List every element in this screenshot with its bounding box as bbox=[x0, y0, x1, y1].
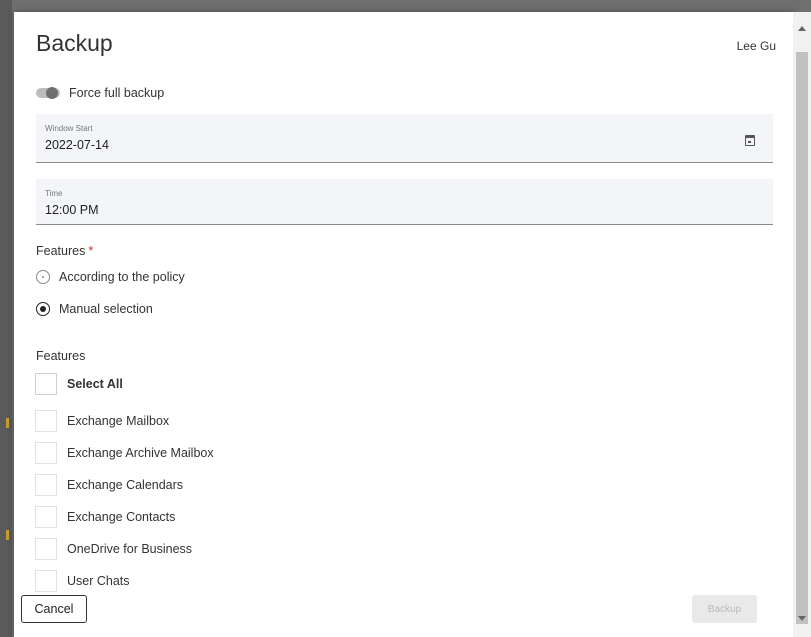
radio-button[interactable] bbox=[36, 270, 50, 284]
toggle-track[interactable] bbox=[36, 87, 60, 99]
toggle-thumb[interactable] bbox=[46, 87, 58, 99]
background-app-edge bbox=[0, 0, 12, 637]
feature-checkbox[interactable] bbox=[35, 538, 57, 560]
feature-label: User Chats bbox=[67, 574, 130, 588]
radio-label: Manual selection bbox=[59, 302, 153, 316]
feature-label: Exchange Mailbox bbox=[67, 414, 170, 428]
feature-checkbox[interactable] bbox=[35, 506, 57, 528]
cancel-button[interactable]: Cancel bbox=[21, 595, 87, 623]
feature-label: Exchange Contacts bbox=[67, 510, 176, 524]
feature-checkbox[interactable] bbox=[35, 474, 57, 496]
window-start-field[interactable]: Window Start 2022-07-14 bbox=[36, 114, 773, 163]
required-marker: * bbox=[88, 244, 94, 258]
feature-checkbox[interactable] bbox=[35, 570, 57, 592]
backup-dialog: Backup Lee Gu Force full backup Window S… bbox=[14, 12, 793, 637]
feature-label: OneDrive for Business bbox=[67, 542, 193, 556]
time-label: Time bbox=[45, 189, 63, 198]
feature-checkbox[interactable] bbox=[35, 442, 57, 464]
background-marker bbox=[6, 530, 9, 540]
select-all-checkbox-row[interactable]: Select All bbox=[35, 373, 123, 395]
force-full-backup-label: Force full backup bbox=[69, 86, 165, 100]
dialog-title: Backup bbox=[36, 30, 113, 56]
calendar-icon[interactable] bbox=[745, 135, 755, 146]
select-all-label: Select All bbox=[67, 377, 123, 391]
radio-button[interactable] bbox=[36, 302, 50, 316]
radio-manual-selection[interactable]: Manual selection bbox=[36, 302, 153, 316]
window-start-value[interactable]: 2022-07-14 bbox=[45, 138, 109, 152]
force-full-backup-toggle[interactable]: Force full backup bbox=[36, 86, 164, 100]
scroll-up-arrow-icon[interactable] bbox=[798, 26, 806, 31]
feature-checkbox[interactable] bbox=[35, 410, 57, 432]
feature-label: Exchange Archive Mailbox bbox=[67, 446, 214, 460]
select-all-checkbox[interactable] bbox=[35, 373, 57, 395]
feature-item-exchange-mailbox[interactable]: Exchange Mailbox bbox=[35, 410, 169, 432]
features-heading: Features bbox=[36, 349, 86, 363]
feature-item-exchange-archive-mailbox[interactable]: Exchange Archive Mailbox bbox=[35, 442, 214, 464]
window-start-label: Window Start bbox=[45, 124, 93, 133]
scroll-down-arrow-icon[interactable] bbox=[798, 616, 806, 621]
features-mode-heading: Features * bbox=[36, 244, 93, 258]
scroll-thumb[interactable] bbox=[796, 52, 808, 624]
feature-label: Exchange Calendars bbox=[67, 478, 184, 492]
feature-item-exchange-contacts[interactable]: Exchange Contacts bbox=[35, 506, 175, 528]
radio-according-to-policy[interactable]: According to the policy bbox=[36, 270, 185, 284]
feature-item-exchange-calendars[interactable]: Exchange Calendars bbox=[35, 474, 183, 496]
features-mode-label: Features bbox=[36, 244, 86, 258]
vertical-scrollbar[interactable] bbox=[793, 12, 811, 637]
time-field[interactable]: Time 12:00 PM bbox=[36, 179, 773, 225]
radio-label: According to the policy bbox=[59, 270, 185, 284]
background-marker bbox=[6, 418, 9, 428]
user-name: Lee Gu bbox=[736, 39, 776, 53]
time-value[interactable]: 12:00 PM bbox=[45, 203, 99, 217]
feature-item-onedrive-for-business[interactable]: OneDrive for Business bbox=[35, 538, 192, 560]
feature-item-user-chats[interactable]: User Chats bbox=[35, 570, 130, 592]
backup-button[interactable]: Backup bbox=[692, 595, 757, 623]
